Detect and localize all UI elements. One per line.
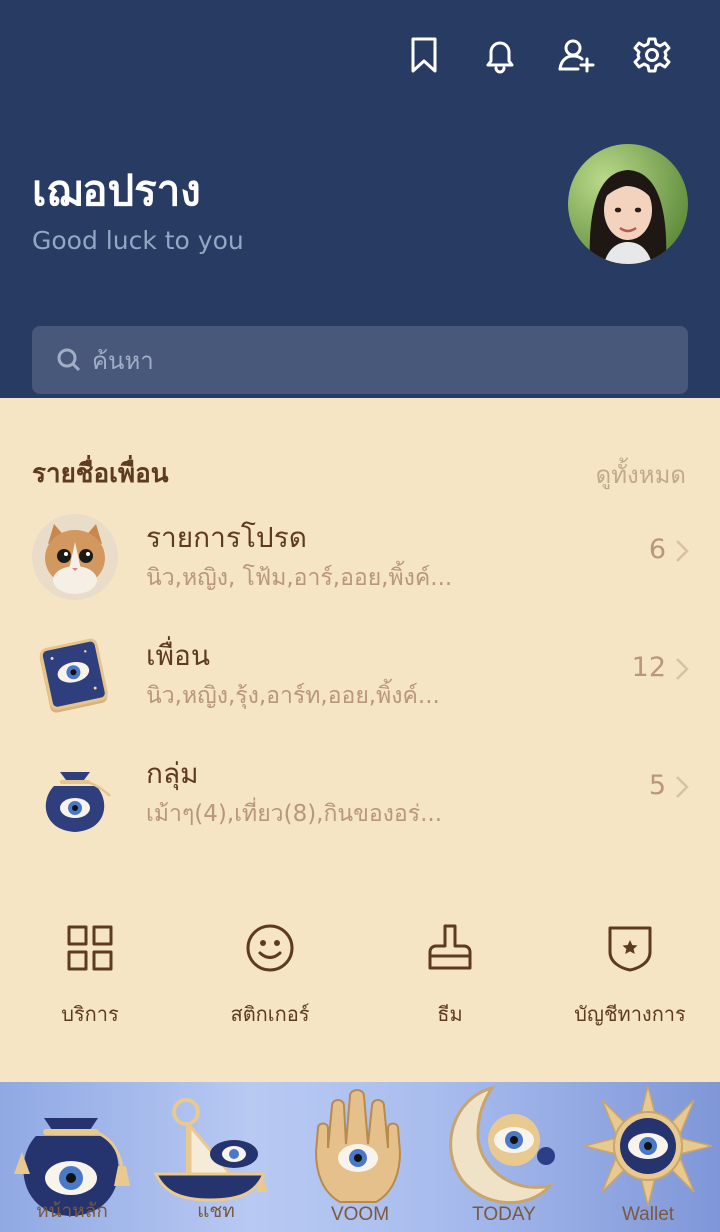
list-item-subtitle: นิว,หญิง,รุ้ง,อาร์ท,ออย,พิ้งค์...: [146, 683, 440, 709]
search-input[interactable]: ค้นหา: [32, 326, 688, 394]
bottom-tab-bar: หน้าหลัก แชท VOOM TODAY Wallet: [0, 1082, 720, 1232]
tab-label: หน้าหลัก: [36, 1201, 108, 1222]
tab-label: แชท: [197, 1201, 235, 1222]
list-item-groups[interactable]: กลุ่ม เม้าๆ(4),เที่ยว(8),กินของอร่... 5: [0, 740, 720, 848]
tab-home[interactable]: หน้าหลัก: [0, 1082, 144, 1232]
see-all-link[interactable]: ดูทั้งหมด: [596, 455, 686, 494]
shortcuts-bar: บริการ สติกเกอร์ ธีม บัญชีทางการ: [0, 922, 720, 1032]
gear-icon: [633, 37, 671, 73]
tab-label: TODAY: [472, 1204, 536, 1225]
search-placeholder: ค้นหา: [92, 346, 154, 375]
services-button[interactable]: บริการ: [0, 922, 180, 1032]
tab-chat[interactable]: แชท: [144, 1082, 288, 1232]
tab-label: VOOM: [330, 1204, 390, 1225]
friends-section-title: รายชื่อเพื่อน: [32, 459, 169, 489]
official-accounts-button[interactable]: บัญชีทางการ: [540, 922, 720, 1032]
list-item-count: 6: [648, 534, 666, 565]
profile-name[interactable]: เฌอปราง: [32, 158, 201, 224]
profile-header: เฌอปราง Good luck to you ค้นหา: [0, 0, 720, 398]
list-item-subtitle: เม้าๆ(4),เที่ยว(8),กินของอร่...: [146, 801, 443, 827]
tab-wallet[interactable]: Wallet: [576, 1082, 720, 1232]
stickers-button[interactable]: สติกเกอร์: [180, 922, 360, 1032]
list-item-title: กลุ่ม: [146, 757, 199, 790]
profile-status-message[interactable]: Good luck to you: [32, 226, 244, 255]
settings-button[interactable]: [614, 30, 690, 80]
evil-eye-book-icon: [32, 632, 118, 718]
add-friend-icon: [558, 39, 595, 73]
list-item-count: 5: [648, 770, 666, 801]
list-item-friends[interactable]: เพื่อน นิว,หญิง,รุ้ง,อาร์ท,ออย,พิ้งค์...…: [0, 622, 720, 730]
evil-eye-pouch-icon: [32, 750, 118, 836]
list-item-count: 12: [631, 652, 666, 683]
header-actions: [386, 30, 690, 80]
list-item-title: รายการโปรด: [146, 521, 307, 554]
smiley-icon: [246, 924, 294, 972]
list-item-favorites[interactable]: รายการโปรด นิว,หญิง, โฟ้ม,อาร์,ออย,พิ้งค…: [0, 504, 720, 612]
search-icon: [57, 348, 81, 372]
shield-star-icon: [608, 926, 652, 972]
tab-label: Wallet: [621, 1204, 675, 1225]
brush-icon: [428, 924, 472, 970]
shortcut-label: บัญชีทางการ: [574, 1002, 686, 1026]
notifications-button[interactable]: [462, 30, 538, 80]
chevron-right-icon: [674, 538, 690, 564]
themes-button[interactable]: ธีม: [360, 922, 540, 1032]
chevron-right-icon: [674, 774, 690, 800]
bookmark-icon: [411, 37, 437, 73]
shortcut-label: ธีม: [437, 1002, 463, 1026]
list-item-title: เพื่อน: [146, 639, 210, 672]
bookmark-button[interactable]: [386, 30, 462, 80]
avatar[interactable]: [568, 144, 688, 264]
add-friend-button[interactable]: [538, 30, 614, 80]
chevron-right-icon: [674, 656, 690, 682]
list-item-subtitle: นิว,หญิง, โฟ้ม,อาร์,ออย,พิ้งค์...: [146, 565, 453, 591]
tab-voom[interactable]: VOOM: [288, 1082, 432, 1232]
grid-icon: [67, 925, 113, 971]
shortcut-label: สติกเกอร์: [230, 1002, 310, 1026]
bell-icon: [486, 41, 514, 74]
shortcut-label: บริการ: [61, 1002, 119, 1026]
cat-avatar-icon: [32, 514, 118, 600]
tab-today[interactable]: TODAY: [432, 1082, 576, 1232]
